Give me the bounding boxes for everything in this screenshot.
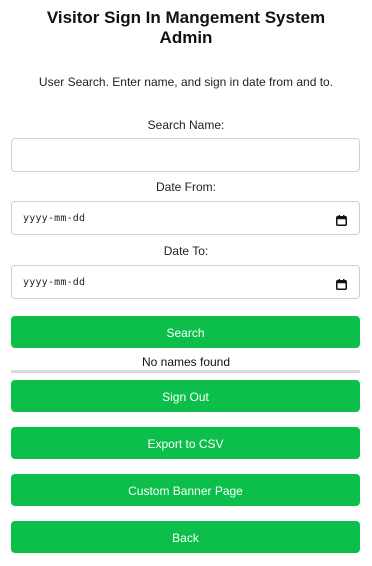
search-name-input[interactable] — [11, 138, 360, 172]
export-csv-button[interactable]: Export to CSV — [11, 427, 360, 459]
search-name-label: Search Name: — [147, 118, 225, 132]
results-divider — [11, 370, 360, 373]
custom-banner-page-button[interactable]: Custom Banner Page — [11, 474, 360, 506]
search-instructions: User Search. Enter name, and sign in dat… — [38, 75, 334, 89]
date-from-label: Date From: — [155, 180, 216, 194]
date-to-placeholder: yyyy-mm-dd — [23, 276, 86, 288]
no-results-message: No names found — [141, 355, 231, 369]
search-button[interactable]: Search — [11, 316, 360, 348]
date-from-placeholder: yyyy-mm-dd — [23, 212, 86, 224]
sign-out-button[interactable]: Sign Out — [11, 380, 360, 412]
calendar-icon[interactable] — [336, 277, 347, 290]
page-title-line-1: Visitor Sign In Mangement System — [46, 8, 326, 27]
date-to-input[interactable]: yyyy-mm-dd — [11, 265, 360, 299]
back-button[interactable]: Back — [11, 521, 360, 553]
admin-page: Visitor Sign In Mangement System Admin U… — [0, 0, 372, 566]
date-to-label: Date To: — [163, 244, 209, 258]
calendar-icon[interactable] — [336, 213, 347, 226]
page-title-line-2: Admin — [159, 28, 213, 47]
date-from-input[interactable]: yyyy-mm-dd — [11, 201, 360, 235]
page-title: Visitor Sign In Mangement System Admin — [0, 8, 372, 48]
